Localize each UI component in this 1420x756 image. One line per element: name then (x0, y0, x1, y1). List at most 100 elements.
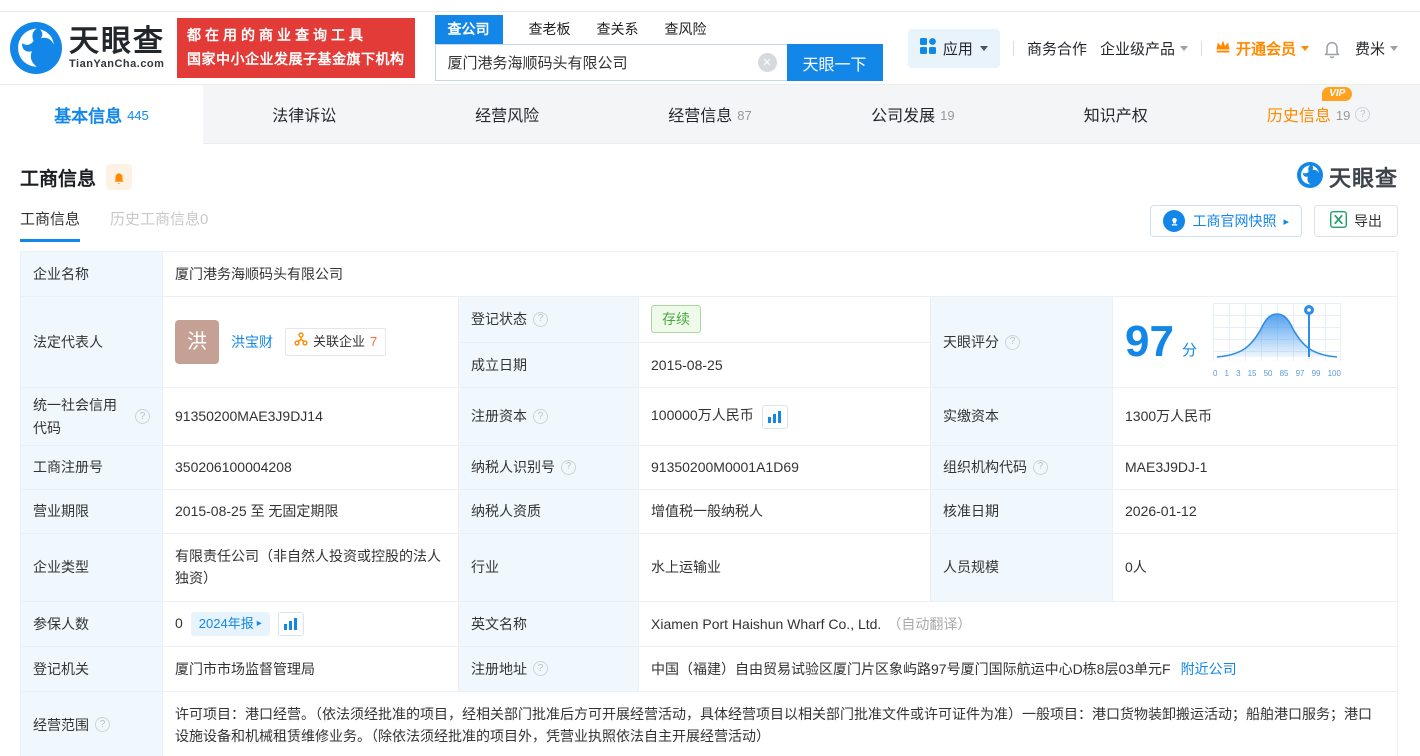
address-value: 中国（福建）自由贸易试验区厦门片区象屿路97号厦门国际航运中心D栋8层03单元F (651, 660, 1171, 677)
username: 费米 (1354, 40, 1385, 58)
help-icon[interactable] (1033, 459, 1048, 475)
tab-operation-risk[interactable]: 经营风险 (406, 85, 609, 143)
legal-rep-name-link[interactable]: 洪宝财 (231, 331, 273, 353)
staff-size-value: 0人 (1112, 532, 1398, 602)
auto-translate-note: （自动翻译） (887, 615, 972, 632)
watermark-text: 天眼查 (1328, 166, 1398, 191)
score-distribution-chart[interactable]: 0 1 3 15 50 85 97 99 100 (1212, 303, 1341, 381)
tianyancha-logo[interactable]: 天眼查 TianYanCha.com (10, 22, 165, 74)
cooperation-link[interactable]: 商务合作 (1027, 38, 1087, 59)
divider (1012, 40, 1014, 56)
insured-label: 参保人数 (20, 600, 163, 647)
search-button[interactable]: 天眼一下 (786, 44, 883, 81)
subtab-row: 工商信息 历史工商信息0 工商官网快照 导出 (0, 201, 1420, 245)
table-row: 营业期限 2015-08-25 至 无固定期限 纳税人资质 增值税一般纳税人 核… (20, 488, 1398, 534)
industry-label: 行业 (458, 532, 639, 602)
org-code-value: MAE3J9DJ-1 (1112, 444, 1398, 490)
chevron-down-icon (1179, 45, 1188, 51)
help-icon[interactable] (1355, 106, 1371, 122)
tab-legal-lawsuits[interactable]: 法律诉讼 (203, 85, 406, 143)
reg-authority-label: 登记机关 (20, 645, 163, 692)
brand-name: 天眼查 (69, 25, 165, 59)
business-scope-label-cell: 经营范围 (20, 690, 163, 756)
open-vip-menu[interactable]: 开通会员 (1215, 38, 1309, 59)
company-type-value: 有限责任公司（非自然人投资或控股的法人独资） (162, 532, 459, 602)
search-input[interactable] (434, 44, 787, 81)
establish-date-value: 2015-08-25 (638, 341, 931, 389)
status-badge: 存续 (651, 305, 701, 334)
tab-count: 19 (940, 107, 955, 123)
related-companies-badge[interactable]: 关联企业 7 (285, 327, 387, 357)
monitor-bell-icon[interactable] (106, 164, 133, 190)
user-menu[interactable]: 费米 (1355, 38, 1398, 59)
search-tab-risk[interactable]: 查风险 (665, 15, 707, 44)
chevron-down-icon (1300, 45, 1309, 51)
english-name-value: Xiamen Port Haishun Wharf Co., Ltd. (651, 615, 882, 632)
approve-date-value: 2026-01-12 (1112, 488, 1398, 534)
watermark-logo: 天眼查 (1296, 161, 1398, 193)
subtab-business-info[interactable]: 工商信息 (20, 208, 81, 242)
annual-report-badge[interactable]: 2024年报 (190, 611, 270, 637)
paid-capital-value: 1300万人民币 (1112, 387, 1398, 446)
company-name-label: 企业名称 (20, 251, 163, 297)
staff-size-label: 人员规模 (930, 532, 1113, 602)
tab-label: 知识产权 (1083, 108, 1148, 125)
insured-value: 0 (175, 614, 183, 631)
business-scope-value: 许可项目：港口经营。（依法须经批准的项目，经相关部门批准后方可开展经营活动，具体… (162, 690, 1398, 756)
tab-intellectual-property[interactable]: 知识产权 (1014, 85, 1217, 143)
subtab-history-business-info[interactable]: 历史工商信息0 (110, 208, 208, 242)
header: 天眼查 TianYanCha.com 都在用的商业查询工具 国家中小企业发展子基… (0, 12, 1420, 84)
tab-basic-info[interactable]: 基本信息 445 (0, 85, 203, 144)
enterprise-menu[interactable]: 企业级产品 (1100, 38, 1188, 59)
reg-capital-value: 100000万人民币 (651, 407, 754, 424)
tab-history-info[interactable]: VIP 历史信息 19 (1217, 85, 1420, 143)
search-tab-company[interactable]: 查公司 (434, 15, 503, 44)
tab-label: 基本信息 (54, 106, 123, 126)
english-name-cell: Xiamen Port Haishun Wharf Co., Ltd. （自动翻译… (638, 600, 1398, 647)
help-icon[interactable] (533, 409, 548, 425)
credit-code-label: 统一社会信用代码 (33, 397, 117, 436)
export-button[interactable]: 导出 (1314, 205, 1398, 237)
insured-trend-icon[interactable] (277, 611, 304, 636)
stamp-icon (1163, 210, 1186, 232)
related-companies-label: 关联企业 (313, 333, 366, 349)
legal-rep-avatar[interactable]: 洪 (175, 320, 219, 365)
taxpayer-quality-value: 增值税一般纳税人 (638, 488, 931, 534)
slogan-line1: 都在用的商业查询工具 (187, 27, 367, 44)
nearby-companies-link[interactable]: 附近公司 (1181, 661, 1237, 677)
table-row: 登记机关 厦门市市场监督管理局 注册地址 中国（福建）自由贸易试验区厦门片区象屿… (20, 645, 1398, 692)
help-icon[interactable] (1005, 334, 1020, 350)
help-icon[interactable] (95, 717, 110, 733)
official-snapshot-button[interactable]: 工商官网快照 (1150, 205, 1302, 237)
score-axis-labels: 0 1 3 15 50 85 97 99 100 (1212, 369, 1341, 379)
reg-capital-cell: 100000万人民币 (638, 387, 931, 446)
tab-operation-info[interactable]: 经营信息 87 (609, 85, 812, 143)
help-icon[interactable] (135, 409, 150, 425)
table-row: 企业名称 厦门港务海顺码头有限公司 (20, 251, 1398, 297)
help-icon[interactable] (533, 311, 548, 327)
score-unit: 分 (1181, 342, 1197, 360)
tab-company-development[interactable]: 公司发展 19 (811, 85, 1014, 143)
establish-date-label: 成立日期 (458, 341, 639, 389)
apps-menu[interactable]: 应用 (907, 28, 1000, 68)
excel-icon (1330, 211, 1347, 231)
capital-trend-icon[interactable] (761, 404, 788, 429)
table-row: 工商注册号 350206100004208 纳税人识别号 91350200M00… (20, 444, 1398, 490)
insured-cell: 0 2024年报 (162, 600, 459, 647)
business-term-label: 营业期限 (20, 488, 163, 534)
paid-capital-label: 实缴资本 (930, 387, 1113, 446)
search-area: 查公司 查老板 查关系 查风险 天眼一下 (434, 15, 883, 81)
score-label-cell: 天眼评分 (930, 295, 1113, 389)
search-tab-relation[interactable]: 查关系 (597, 15, 639, 44)
help-icon[interactable] (561, 459, 576, 475)
address-cell: 中国（福建）自由贸易试验区厦门片区象屿路97号厦门国际航运中心D栋8层03单元F… (638, 645, 1398, 692)
reg-capital-label: 注册资本 (471, 408, 527, 425)
notification-bell-icon[interactable] (1322, 38, 1342, 59)
clear-search-icon[interactable] (757, 53, 777, 72)
reg-status-label-cell: 登记状态 (458, 296, 639, 343)
industry-value: 水上运输业 (638, 532, 931, 602)
help-icon[interactable] (533, 661, 548, 677)
tab-label: 公司发展 (871, 108, 936, 125)
top-divider (0, 0, 1420, 12)
search-tab-boss[interactable]: 查老板 (529, 15, 571, 44)
